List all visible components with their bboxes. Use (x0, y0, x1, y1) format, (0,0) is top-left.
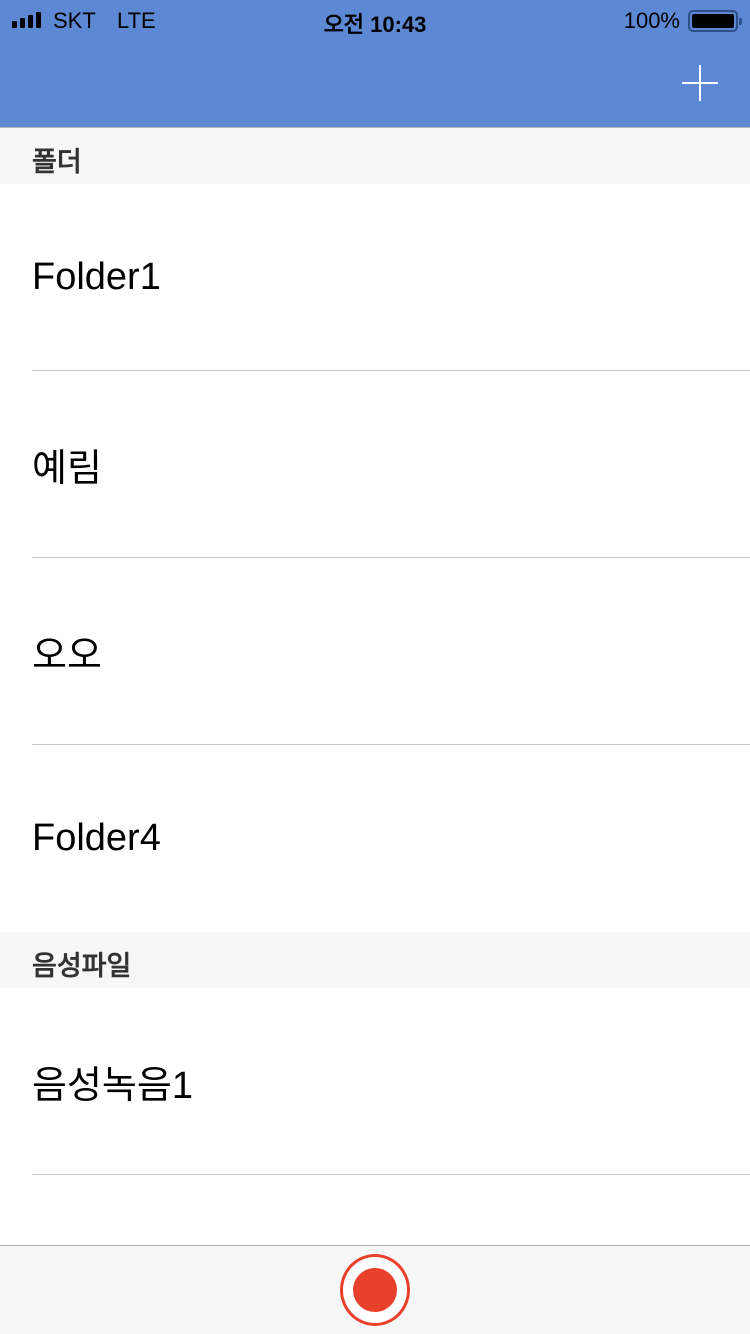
record-button[interactable] (340, 1254, 410, 1326)
section-header-voice-files: 음성파일 (0, 932, 750, 988)
section-header-folders: 폴더 (0, 128, 750, 184)
record-icon (353, 1268, 397, 1312)
navigation-bar: SKT LTE 오전 10:43 100% (0, 0, 750, 128)
folder-row[interactable]: 예림 (0, 371, 750, 558)
status-bar: SKT LTE 오전 10:43 100% (0, 0, 750, 40)
battery-icon (688, 10, 742, 32)
folder-row[interactable]: Folder1 (0, 184, 750, 371)
folder-row[interactable]: 오오 (0, 558, 750, 745)
folder-row[interactable]: Folder4 (0, 745, 750, 932)
voice-file-row[interactable]: 음성녹음1 (0, 988, 750, 1175)
add-button[interactable] (682, 65, 718, 101)
bottom-toolbar (0, 1245, 750, 1334)
battery-percent: 100% (623, 8, 680, 33)
